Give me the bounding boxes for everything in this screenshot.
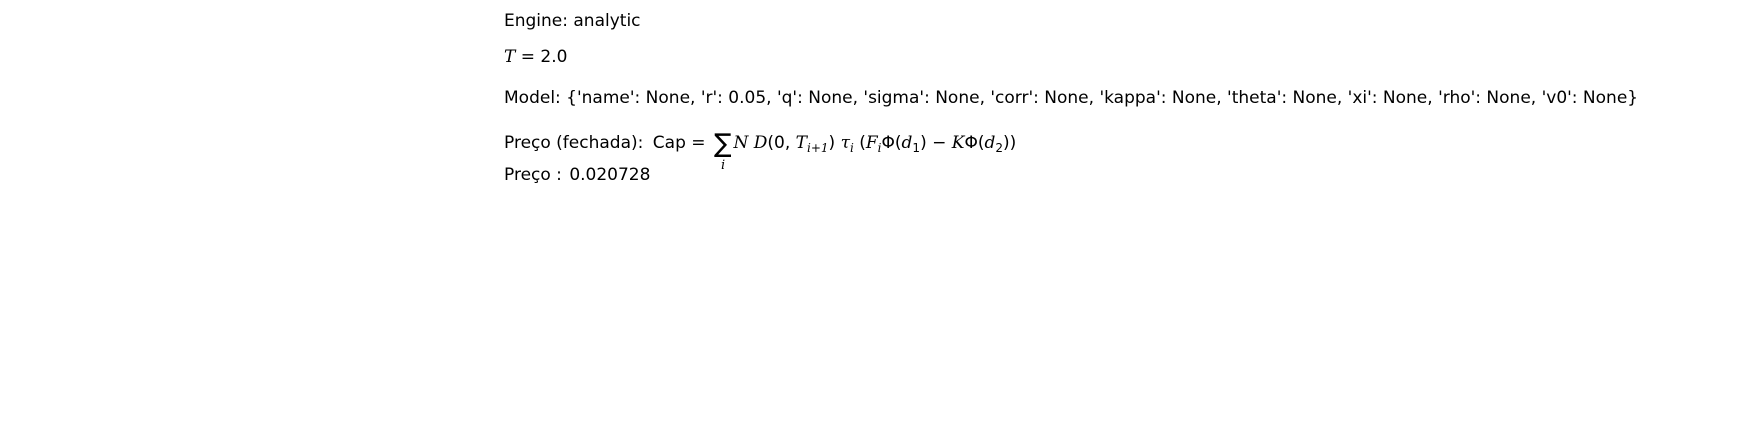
phi-close-1: ) [920, 133, 927, 153]
discount-symbol: D [753, 133, 768, 153]
maturity-line: T = 2.0 [504, 49, 567, 66]
d1-symbol: d [901, 133, 913, 153]
engine-line: Engine: analytic [504, 11, 641, 31]
discount-close: ) [828, 133, 836, 153]
time-symbol: T [795, 133, 807, 153]
maturity-equals: = [515, 47, 541, 67]
sum-symbol: ∑ i [713, 129, 732, 173]
d1-subscript: 1 [912, 141, 921, 155]
notional-symbol: N [733, 133, 749, 153]
maturity-symbol: T [504, 47, 516, 67]
maturity-value: 2.0 [540, 47, 568, 67]
price-label: Preço : [504, 165, 562, 185]
phi-close-2: )) [1003, 133, 1017, 153]
cap-text: Cap [652, 133, 686, 153]
tau-symbol: τ [840, 133, 850, 153]
formula-line: Preço (fechada): Cap = ∑ i N D(0, Ti+1) τ i… [504, 129, 1017, 173]
phi-open-2: Φ( [964, 133, 985, 153]
discount-open: (0, [767, 133, 796, 153]
d2-symbol: d [984, 133, 996, 153]
price-value: 0.020728 [569, 165, 651, 185]
strike-symbol: K [951, 133, 965, 153]
time-subscript: i+1 [807, 141, 829, 155]
model-line: Model: {'name': None, 'r': 0.05, 'q': No… [504, 88, 1639, 108]
d2-subscript: 2 [995, 141, 1004, 155]
forward-symbol: F [865, 133, 878, 153]
open-paren: ( [853, 133, 866, 153]
formula-equals: = [685, 133, 711, 153]
phi-open-1: Φ( [881, 133, 902, 153]
minus-sign: − [926, 133, 952, 153]
price-line: Preço : 0.020728 [504, 167, 650, 184]
formula-label: Preço (fechada): [504, 133, 644, 153]
sum-index: i [720, 158, 726, 173]
